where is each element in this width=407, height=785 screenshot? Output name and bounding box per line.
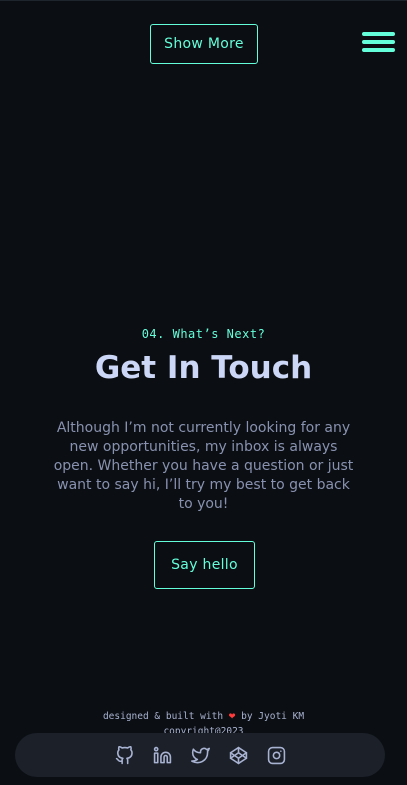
footer-credit[interactable]: designed & built with ❤ by Jyoti KM bbox=[0, 709, 407, 722]
say-hello-button[interactable]: Say hello bbox=[154, 541, 255, 589]
section-description: Although I’m not currently looking for a… bbox=[53, 420, 354, 512]
menu-line bbox=[362, 48, 395, 52]
twitter-icon[interactable] bbox=[190, 745, 210, 765]
section-overline: 04. What’s Next? bbox=[141, 327, 266, 341]
section-title: Get In Touch bbox=[94, 350, 313, 386]
credit-suffix: by Jyoti KM bbox=[241, 711, 305, 722]
show-more-button[interactable]: Show More bbox=[150, 24, 258, 64]
menu-line bbox=[362, 32, 395, 36]
github-icon[interactable] bbox=[114, 745, 134, 765]
codepen-icon[interactable] bbox=[228, 745, 248, 765]
heart-icon: ❤ bbox=[228, 709, 236, 722]
linkedin-icon[interactable] bbox=[152, 745, 172, 765]
top-divider bbox=[0, 0, 407, 1]
hamburger-menu-icon[interactable] bbox=[362, 30, 395, 54]
instagram-icon[interactable] bbox=[266, 745, 286, 765]
menu-line bbox=[362, 40, 395, 44]
credit-prefix: designed & built with bbox=[102, 711, 224, 722]
social-links-bar bbox=[15, 733, 385, 777]
